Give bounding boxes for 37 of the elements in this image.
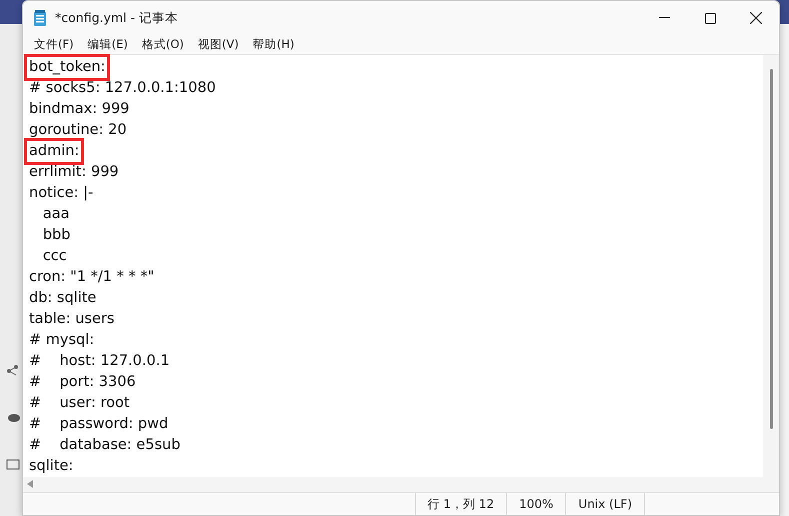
text-line: # database: e5sub [28,436,182,455]
text-line: # mysql: [28,330,96,350]
text-line: bbb [42,226,72,245]
text-line: # password: pwd [28,414,170,434]
highlighted-text-line: bot_token: [27,56,108,78]
close-icon [750,12,762,24]
text-line: cron: "1 */1 * * *" [28,268,156,287]
text-line: # socks5: 127.0.0.1:1080 [28,78,217,98]
scroll-left-icon[interactable] [27,480,33,488]
text-line: db: sqlite [28,288,98,308]
text-line: bindmax: 999 [28,100,130,119]
text-line: notice: |- [28,184,94,203]
monitor-icon [6,458,20,472]
text-line: # port: 3306 [28,372,137,392]
menu-item[interactable]: 编辑(E) [80,36,135,52]
menu-item[interactable]: 帮助(H) [246,36,302,52]
menu-item[interactable]: 文件(F) [27,36,81,52]
text-line: sqlite: [28,456,74,476]
highlighted-text-line: admin: [27,140,82,162]
window-title: *config.yml - 记事本 [55,10,179,26]
text-line: table: users [28,310,116,329]
line-ending: Unix (LF) [565,493,644,515]
scrollbar-thumb[interactable] [770,68,772,429]
maximize-icon [704,12,716,24]
menu-item[interactable]: 格式(O) [134,36,191,52]
share-icon [6,364,20,378]
minimize-icon [658,17,670,19]
zoom-level: 100% [506,493,566,515]
notepad-icon [33,10,47,26]
text-line: goroutine: 20 [28,120,128,140]
text-line: errlimit: 999 [28,162,120,182]
menu-item[interactable]: 视图(V) [190,36,246,52]
text-line: # user: root [28,394,131,413]
cursor-position: 行 1，列 12 [414,493,506,515]
text-line: # host: 127.0.0.1 [28,352,171,371]
text-line: ccc [42,246,68,266]
text-line: aaa [42,204,70,224]
